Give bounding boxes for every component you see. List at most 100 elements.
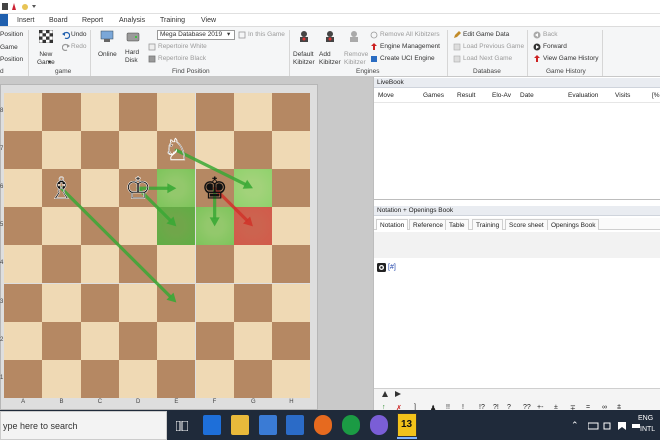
mail-icon[interactable] xyxy=(286,415,304,435)
in-this-game-button[interactable]: In this Game xyxy=(248,31,285,39)
livebook-col-evaluation[interactable]: Evaluation xyxy=(568,92,598,99)
livebook-title: LiveBook xyxy=(374,78,660,88)
livebook-col-move[interactable]: Move xyxy=(378,92,394,99)
add-kibitzer-button[interactable]: Add Kibitzer xyxy=(319,51,341,66)
add-kibitzer-icon xyxy=(326,31,334,42)
white-bishop-icon[interactable]: ♗ xyxy=(48,171,75,207)
livebook-col-result[interactable]: Result xyxy=(457,92,475,99)
ribbon-separator xyxy=(527,30,528,76)
rank-label: 4 xyxy=(0,260,4,267)
ribbon: Position Game Position d New Game ▾ Undo… xyxy=(0,26,660,77)
remove-all-kibitzers-button[interactable]: Remove All Kibitzers xyxy=(380,31,440,39)
title-bar xyxy=(0,0,660,14)
undo-button[interactable]: Undo xyxy=(71,31,87,39)
in-this-game-icon xyxy=(238,31,246,39)
tab-table[interactable]: Table xyxy=(445,219,469,230)
livebook-col-percent[interactable]: [% xyxy=(652,92,660,99)
copy-position-button[interactable]: Position xyxy=(0,56,23,64)
notation-content[interactable]: [#] xyxy=(388,264,396,271)
taskbar-search-box[interactable]: ype here to search xyxy=(0,411,167,440)
file-label: H xyxy=(289,399,294,405)
forward-icon xyxy=(533,43,541,51)
firefox-icon[interactable] xyxy=(314,415,332,435)
back-button[interactable]: Back xyxy=(543,31,557,39)
white-knight-icon[interactable]: ♘ xyxy=(163,133,190,169)
tab-notation[interactable]: Notation xyxy=(376,219,409,230)
file-tab[interactable] xyxy=(0,14,8,26)
load-next-game-button[interactable]: Load Next Game xyxy=(463,55,512,63)
ribbon-separator xyxy=(289,30,290,76)
browser-icon[interactable] xyxy=(370,415,388,435)
system-tray-icons[interactable] xyxy=(588,421,644,431)
file-label: E xyxy=(174,399,179,405)
white-king-icon[interactable]: ♔ xyxy=(124,171,152,207)
tab-training-notation[interactable]: Training xyxy=(472,219,504,230)
rank-label: 8 xyxy=(0,108,4,115)
rank-label: 6 xyxy=(0,184,4,191)
ribbon-separator xyxy=(447,30,448,76)
toolbar-small-icons[interactable] xyxy=(381,390,405,398)
rank-label: 3 xyxy=(0,298,4,305)
edge-icon[interactable] xyxy=(203,415,221,435)
store-icon[interactable] xyxy=(259,415,277,435)
tab-score-sheet[interactable]: Score sheet xyxy=(505,219,548,230)
tray-chevron-icon[interactable]: ⌃ xyxy=(571,420,579,431)
repertoire-white-button[interactable]: Repertoire White xyxy=(158,43,207,51)
load-next-game-icon xyxy=(453,55,461,63)
redo-button[interactable]: Redo xyxy=(71,43,87,51)
tab-reference[interactable]: Reference xyxy=(409,219,447,230)
paste-position-button[interactable]: Position xyxy=(0,31,23,39)
task-view-icon[interactable] xyxy=(176,421,188,431)
quick-access-icons[interactable] xyxy=(2,2,42,12)
arrow-b6-e3 xyxy=(59,186,177,303)
language-indicator[interactable]: ENG xyxy=(638,415,653,422)
database-select-value: Mega Database 2019 xyxy=(160,31,223,38)
default-kibitzer-button[interactable]: Default Kibitzer xyxy=(293,51,315,66)
file-label: B xyxy=(59,399,64,405)
tab-report[interactable]: Report xyxy=(82,15,103,26)
notation-title: Notation + Openings Book xyxy=(374,206,660,216)
notation-header-area xyxy=(374,232,660,258)
ribbon-separator xyxy=(28,30,29,76)
back-icon xyxy=(533,31,541,39)
new-game-button[interactable]: New Game xyxy=(37,51,55,66)
tab-board[interactable]: Board xyxy=(49,15,68,26)
file-explorer-icon[interactable] xyxy=(231,415,249,435)
tab-training[interactable]: Training xyxy=(160,15,185,26)
black-king-icon[interactable]: ♚ xyxy=(201,171,228,206)
engine-eval-icon xyxy=(377,263,386,272)
game-history-group-label: Game History xyxy=(546,68,586,75)
tab-analysis[interactable]: Analysis xyxy=(119,15,145,26)
livebook-col-date[interactable]: Date xyxy=(520,92,534,99)
repertoire-black-button[interactable]: Repertoire Black xyxy=(158,55,206,63)
chessbase-taskbar-icon[interactable]: 13 xyxy=(397,413,417,437)
hard-disk-button[interactable]: Hard Disk xyxy=(125,49,139,64)
remove-kibitzer-button[interactable]: Remove Kibitzer xyxy=(344,51,368,66)
forward-button[interactable]: Forward xyxy=(543,43,567,51)
taskbar-search-input[interactable]: ype here to search xyxy=(3,421,78,431)
load-previous-game-button[interactable]: Load Previous Game xyxy=(463,43,524,51)
tab-insert[interactable]: Insert xyxy=(17,15,35,26)
livebook-col-games[interactable]: Games xyxy=(423,92,444,99)
engine-management-button[interactable]: Engine Management xyxy=(380,43,440,51)
database-select[interactable]: Mega Database 2019 ▾ xyxy=(157,30,235,40)
hard-disk-icon xyxy=(126,32,140,42)
livebook-col-visits[interactable]: Visits xyxy=(615,92,630,99)
active-app-indicator xyxy=(397,437,417,439)
view-game-history-button[interactable]: View Game History xyxy=(543,55,599,63)
file-label: G xyxy=(250,399,256,405)
edit-game-data-button[interactable]: Edit Game Data xyxy=(463,31,509,39)
new-game-icon xyxy=(39,30,53,43)
livebook-col-elo-av[interactable]: Elo-Av xyxy=(492,92,511,99)
create-uci-engine-button[interactable]: Create UCI Engine xyxy=(380,55,435,63)
paste-game-button[interactable]: Game xyxy=(0,44,18,52)
new-game-dropdown-arrow[interactable]: ▾ xyxy=(48,59,51,67)
chessbase-app-badge: 13 xyxy=(401,419,413,430)
tab-view[interactable]: View xyxy=(201,15,216,26)
notation-tabs: Notation Reference Table Training Score … xyxy=(374,218,660,230)
find-position-group-label: Find Position xyxy=(172,68,210,75)
tab-openings-book[interactable]: Openings Book xyxy=(547,219,600,230)
online-button[interactable]: Online xyxy=(98,51,117,59)
region-indicator[interactable]: INTL xyxy=(640,426,655,433)
chrome-icon[interactable] xyxy=(342,415,360,435)
